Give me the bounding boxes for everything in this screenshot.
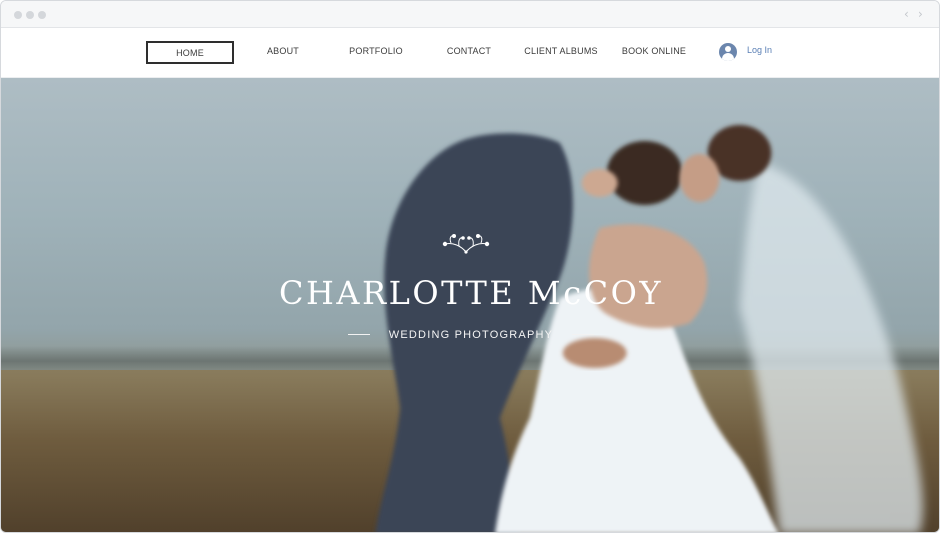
nav-home[interactable]: HOME <box>146 41 234 64</box>
tagline-divider-right <box>571 334 594 336</box>
nav-book-online[interactable]: BOOK ONLINE <box>619 41 689 64</box>
window-minimize-dot[interactable] <box>26 11 34 19</box>
site-tagline: WEDDING PHOTOGRAPHY <box>388 328 554 341</box>
tagline-divider-left <box>348 334 371 336</box>
tagline-row: WEDDING PHOTOGRAPHY <box>1 326 939 344</box>
site-navbar: HOME ABOUT PORTFOLIO CONTACT CLIENT ALBU… <box>1 28 939 78</box>
chevron-left-icon[interactable]: ‹ <box>904 7 909 21</box>
nav-contact[interactable]: CONTACT <box>442 41 496 64</box>
nav-client-albums[interactable]: CLIENT ALBUMS <box>523 41 599 64</box>
nav-about[interactable]: ABOUT <box>255 41 311 64</box>
login-label: Log In <box>747 45 773 55</box>
site-title: CHARLOTTE McCOY <box>279 274 663 312</box>
browser-titlebar: ‹ › <box>1 1 939 28</box>
window-maximize-dot[interactable] <box>38 11 46 19</box>
browser-window: ‹ › HOME ABOUT PORTFOLIO CONTACT CLIENT … <box>0 0 940 533</box>
nav-portfolio[interactable]: PORTFOLIO <box>346 41 406 64</box>
floral-ornament-icon <box>442 234 490 254</box>
chevron-right-icon[interactable]: › <box>918 7 923 21</box>
window-close-dot[interactable] <box>14 11 22 19</box>
hero-section: CHARLOTTE McCOY WEDDING PHOTOGRAPHY <box>1 78 939 532</box>
user-avatar-icon <box>719 43 737 61</box>
